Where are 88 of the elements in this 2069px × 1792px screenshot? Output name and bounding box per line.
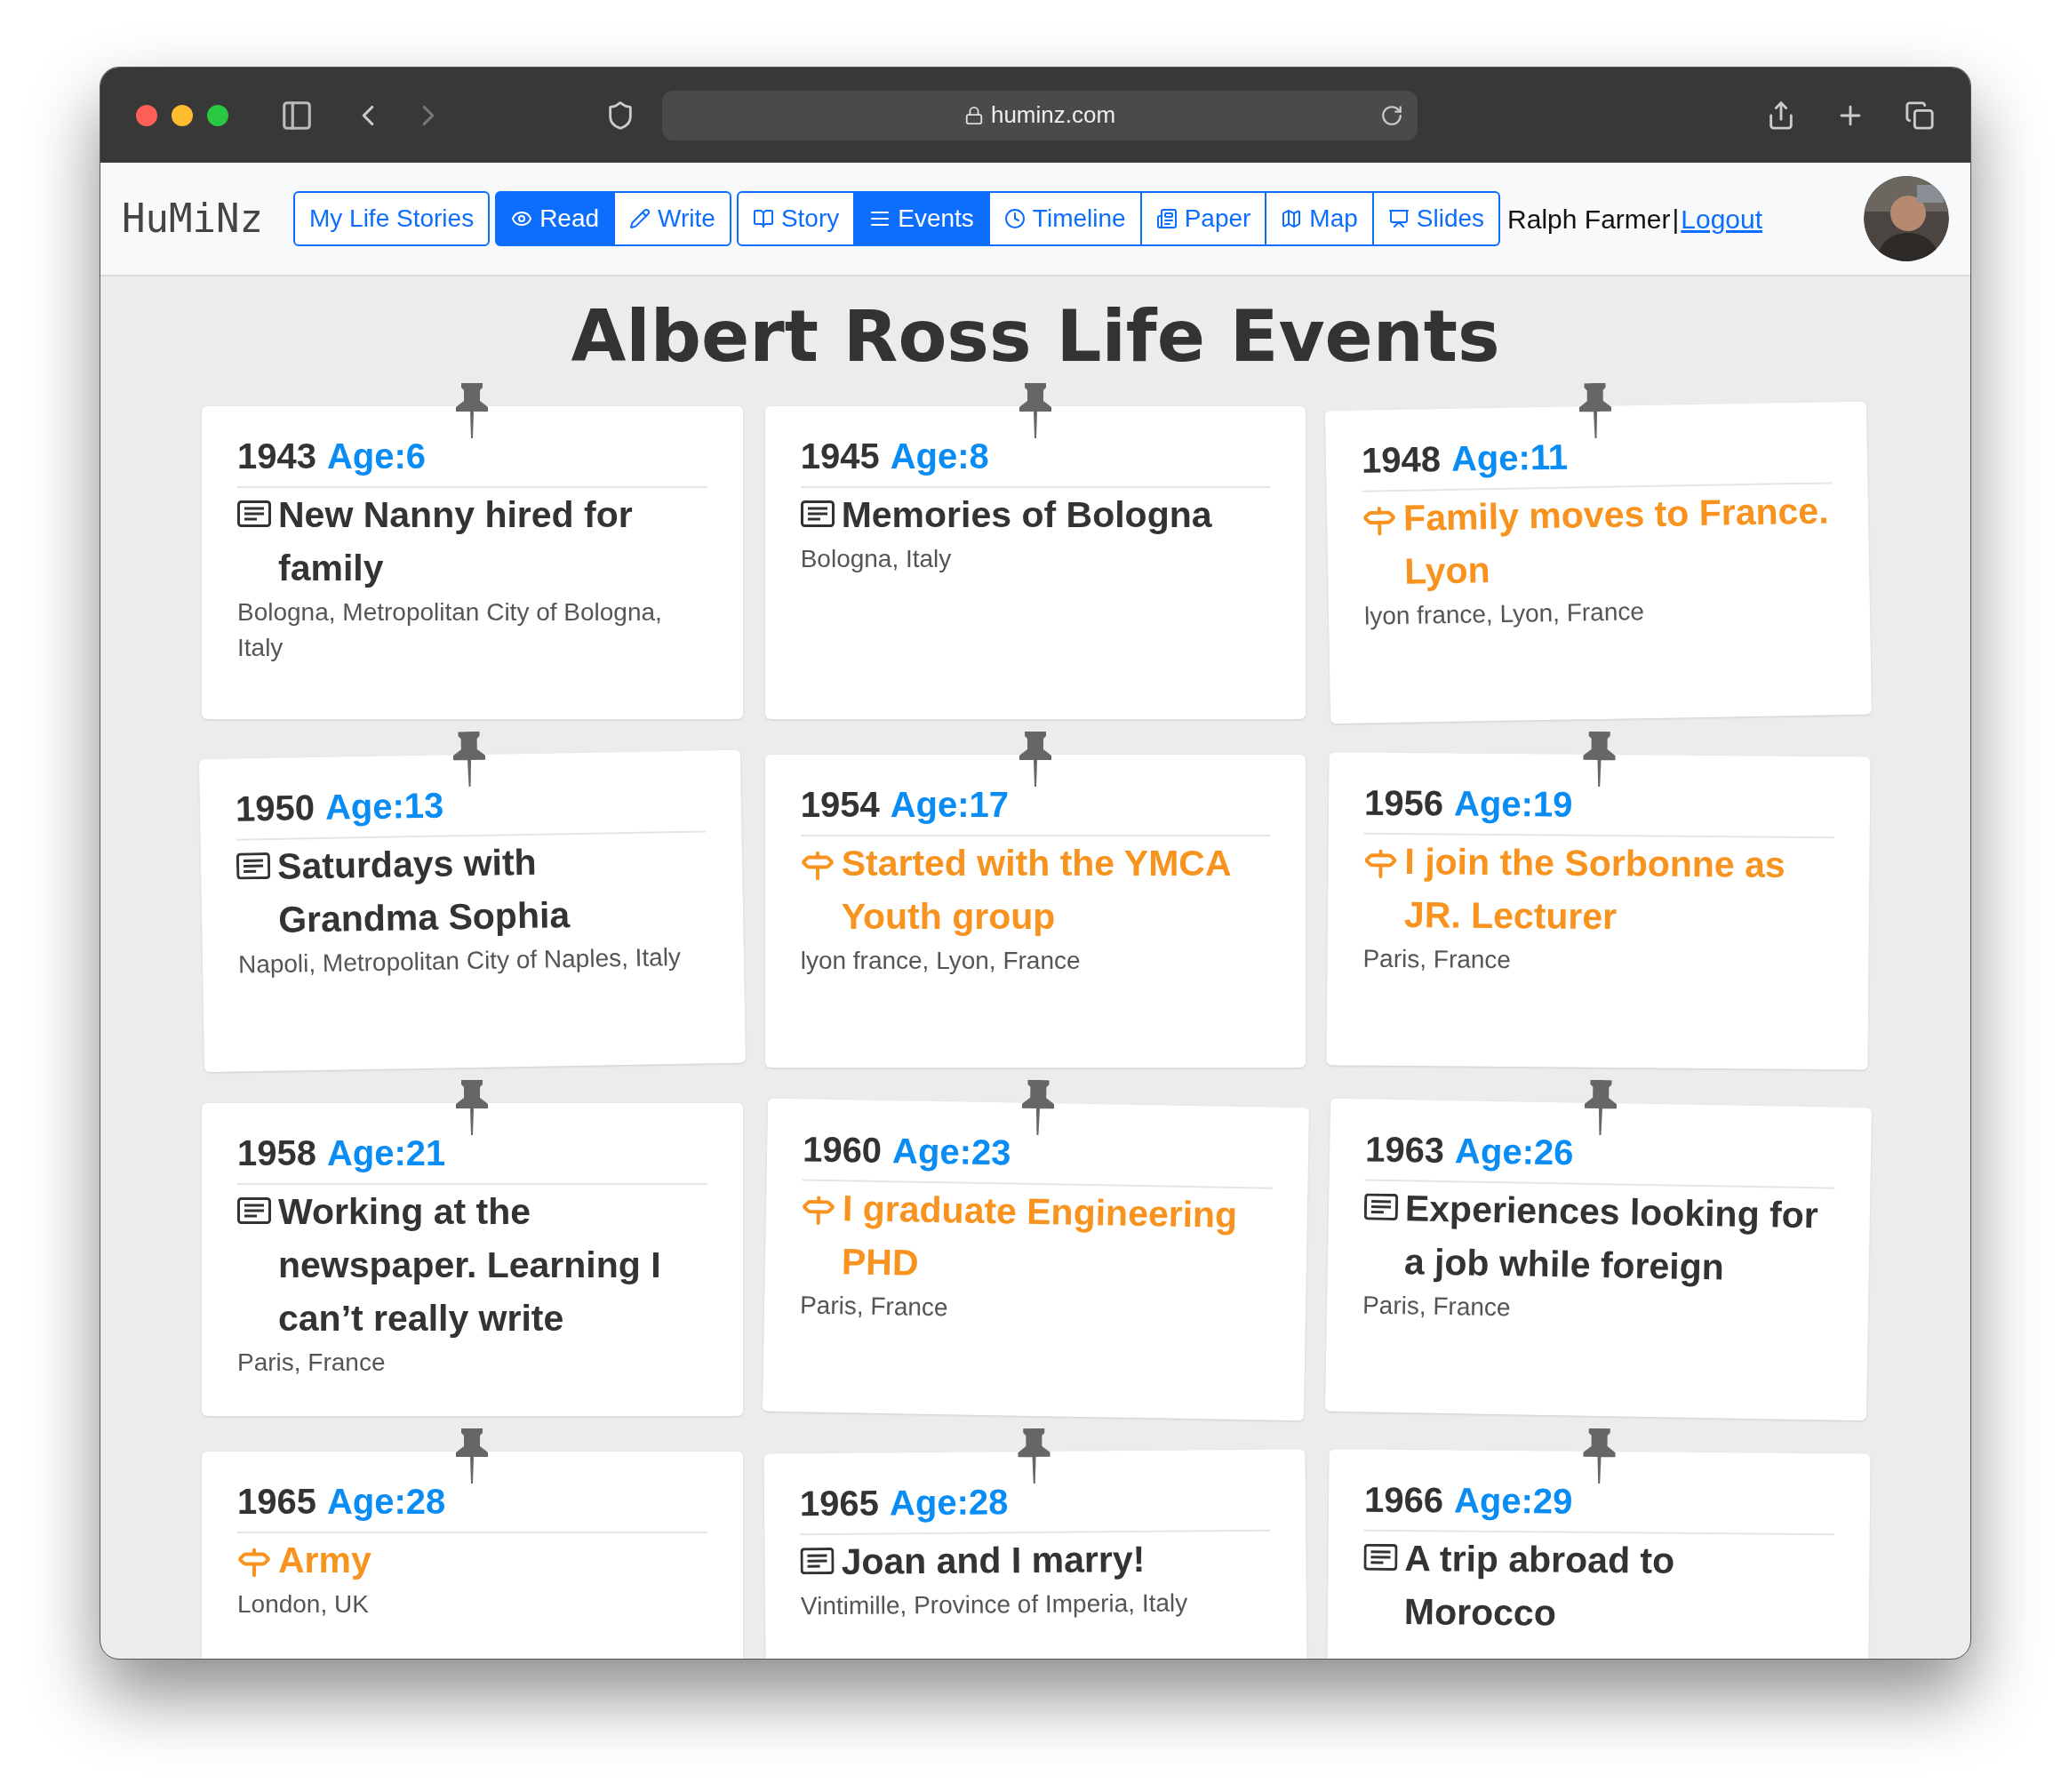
- event-age: Age:21: [327, 1132, 446, 1174]
- lock-icon: [963, 105, 984, 125]
- pushpin-icon: [1018, 383, 1053, 438]
- event-age: Age:28: [327, 1481, 446, 1523]
- event-title[interactable]: Joan and I marry!: [840, 1532, 1146, 1588]
- nav-tab[interactable]: Events: [855, 191, 990, 246]
- pushpin-icon: [1019, 1079, 1057, 1136]
- book-icon: [752, 208, 774, 229]
- pushpin-icon: [454, 1080, 491, 1135]
- clock-icon: [1003, 208, 1026, 229]
- event-title[interactable]: Family moves to France. Lyon: [1402, 484, 1834, 598]
- nav-tab[interactable]: Paper: [1141, 191, 1267, 246]
- event-age: Age:19: [1454, 782, 1573, 826]
- logout-link[interactable]: Logout: [1681, 198, 1763, 239]
- event-title[interactable]: Started with the YMCA Youth group: [841, 836, 1271, 943]
- page-title: Albert Ross Life Events: [570, 294, 1501, 380]
- close-window-button[interactable]: [136, 104, 157, 126]
- event-title[interactable]: Working at the newspaper. Learning I can’t really write: [278, 1185, 707, 1345]
- event-year: 1960: [802, 1128, 883, 1172]
- event-year: 1945: [800, 436, 880, 477]
- document-icon: [1363, 1543, 1398, 1572]
- document-icon: [236, 852, 271, 880]
- pencil-icon: [629, 208, 651, 229]
- newspaper-icon: [1155, 208, 1178, 229]
- event-year: 1965: [799, 1482, 879, 1525]
- event-year: 1963: [1364, 1128, 1445, 1172]
- document-icon: [237, 1197, 271, 1224]
- event-title[interactable]: Memories of Bologna: [841, 488, 1212, 541]
- pushpin-icon: [451, 731, 488, 788]
- event-place: lyon france, Lyon, France: [1364, 596, 1646, 632]
- pushpin-icon: [1018, 732, 1053, 787]
- event-year: 1943: [237, 436, 316, 477]
- event-year: 1958: [237, 1132, 316, 1174]
- nav-tab[interactable]: My Life Stories: [292, 191, 491, 246]
- nav-tab[interactable]: Read: [495, 191, 616, 246]
- event-place: Vintimille, Province of Imperia, Italy: [800, 1588, 1188, 1622]
- signpost-icon: [237, 1546, 271, 1580]
- event-title[interactable]: I join the Sorbonne as JR. Lecturer: [1404, 835, 1834, 946]
- event-year: 1948: [1361, 438, 1442, 482]
- map-icon: [1281, 208, 1303, 229]
- pushpin-icon: [1016, 1428, 1052, 1484]
- nav-tab[interactable]: Slides: [1373, 191, 1501, 246]
- document-icon: [237, 500, 271, 527]
- document-icon: [800, 500, 835, 527]
- zoom-window-button[interactable]: [207, 104, 228, 126]
- nav-tab[interactable]: Map: [1266, 191, 1374, 246]
- event-year: 1956: [1364, 781, 1444, 825]
- user-name: Ralph Farmer: [1507, 203, 1671, 236]
- event-place: Paris, France: [1362, 943, 1513, 976]
- event-year: 1954: [800, 784, 880, 826]
- event-year: 1965: [237, 1481, 316, 1523]
- event-title[interactable]: Army: [278, 1533, 371, 1587]
- document-icon: [1364, 1193, 1399, 1221]
- event-year: 1950: [235, 787, 316, 830]
- event-title[interactable]: New Nanny hired for family: [278, 488, 707, 595]
- reload-icon[interactable]: [1380, 103, 1403, 127]
- address-bar[interactable]: huminz.com: [662, 90, 1418, 140]
- event-age: Age:28: [889, 1481, 1009, 1524]
- slides-icon: [1387, 208, 1410, 229]
- event-place: Paris, France: [237, 1348, 387, 1378]
- pushpin-icon: [1581, 731, 1618, 788]
- event-age: Age:8: [890, 436, 989, 477]
- event-age: Age:17: [890, 784, 1010, 826]
- nav-tab[interactable]: Timeline: [989, 191, 1142, 246]
- event-age: Age:29: [1454, 1479, 1573, 1523]
- event-age: Age:6: [327, 436, 427, 477]
- pushpin-icon: [1581, 1428, 1618, 1484]
- separator: |: [1672, 203, 1680, 236]
- event-age: Age:26: [1454, 1130, 1575, 1174]
- event-age: Age:23: [891, 1130, 1011, 1174]
- event-age: Age:13: [324, 784, 444, 828]
- minimize-window-button[interactable]: [172, 104, 193, 126]
- event-place: lyon france, Lyon, France: [800, 946, 1082, 976]
- site-logo[interactable]: HuMiNz: [122, 189, 263, 248]
- signpost-icon: [800, 849, 835, 883]
- event-age: Age:11: [1450, 436, 1569, 480]
- event-place: Bologna, Italy: [800, 544, 953, 574]
- url-text: huminz.com: [990, 100, 1116, 130]
- event-place: London, UK: [237, 1589, 370, 1620]
- event-year: 1966: [1364, 1478, 1444, 1522]
- pushpin-icon: [454, 1428, 491, 1484]
- pushpin-icon: [454, 383, 491, 438]
- nav-tab[interactable]: Story: [736, 191, 856, 246]
- document-icon: [800, 1548, 835, 1575]
- tabs-icon[interactable]: [1905, 100, 1935, 131]
- event-title[interactable]: A trip abroad to Morocco: [1404, 1532, 1834, 1643]
- nav-tab[interactable]: Write: [615, 191, 731, 246]
- event-place: Bologna, Metropolitan City of Bologna, Italy: [237, 597, 663, 663]
